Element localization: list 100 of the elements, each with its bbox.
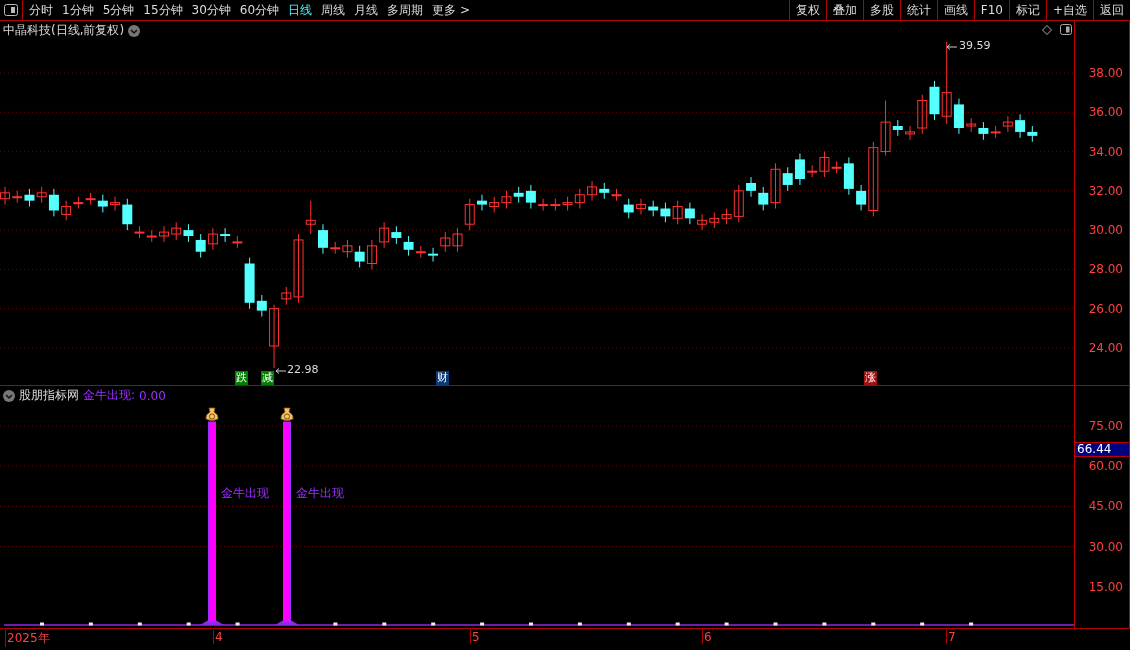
candle: [440, 231, 451, 253]
signal-label: 金牛出现: [296, 485, 344, 502]
date-axis-label: 7: [946, 630, 956, 644]
candle: [513, 186, 524, 204]
candle: [697, 213, 708, 231]
candle: [452, 227, 463, 253]
period-tab[interactable]: 60分钟: [239, 1, 280, 19]
diamond-icon[interactable]: [1042, 25, 1052, 35]
period-tab[interactable]: 日线: [288, 1, 313, 19]
candle: [525, 184, 536, 209]
period-tab[interactable]: 月线: [354, 1, 379, 19]
candle: [794, 153, 805, 186]
candle: [183, 223, 194, 243]
price-axis-label: 28.00: [1088, 262, 1123, 277]
date-axis-label: 4: [213, 630, 223, 644]
high-price-label: 39.59: [959, 39, 991, 52]
candle: [978, 121, 989, 141]
date-axis-label: 2025年: [5, 630, 50, 647]
candle: [379, 221, 390, 249]
indicator-line-label: 金牛出现:: [83, 387, 136, 404]
candle: [550, 198, 561, 211]
toolbar-button[interactable]: 多股: [862, 0, 900, 20]
candle: [574, 188, 585, 209]
candle: [905, 125, 915, 141]
toolbar-button[interactable]: 统计: [899, 0, 937, 20]
candle: [746, 176, 757, 198]
indicator-line-value: 0.00: [139, 388, 166, 403]
candle: [342, 239, 353, 259]
signal-label: 金牛出现: [221, 485, 269, 502]
candle: [966, 117, 977, 133]
candle: [85, 192, 96, 206]
chart-title: 中晶科技(日线,前复权): [3, 22, 125, 39]
panel-toggle-icon[interactable]: [1060, 24, 1072, 35]
candle: [366, 239, 377, 270]
period-tab[interactable]: 多周期: [387, 1, 424, 19]
toolbar-button[interactable]: 标记: [1008, 0, 1046, 20]
candle: [709, 211, 720, 229]
event-marker: 涨: [864, 371, 877, 385]
layout-toggle-button[interactable]: [4, 4, 18, 16]
price-axis-label: 34.00: [1088, 144, 1123, 159]
candle: [354, 245, 365, 268]
candle: [635, 198, 646, 215]
toolbar-button[interactable]: 复权: [788, 0, 826, 20]
event-marker: 财: [436, 371, 449, 385]
indicator-axis-label: 15.00: [1088, 579, 1123, 594]
period-tab[interactable]: 30分钟: [191, 1, 231, 19]
candle: [97, 194, 108, 213]
money-bag-icon: [205, 407, 219, 421]
money-bag-icon: [280, 407, 294, 421]
price-axis-label: 26.00: [1088, 301, 1123, 316]
period-tab[interactable]: 周线: [321, 1, 346, 19]
toolbar-button[interactable]: 返回: [1093, 0, 1130, 20]
candle: [159, 225, 169, 243]
toolbar-button[interactable]: F10: [973, 0, 1009, 20]
current-value-badge: 66.44: [1075, 441, 1129, 457]
candle: [330, 241, 341, 255]
candle: [501, 190, 512, 209]
candle: [232, 235, 243, 249]
candle: [146, 229, 157, 243]
indicator-name: 股朋指标网: [19, 387, 79, 404]
candle: [171, 221, 182, 241]
candle: [1002, 115, 1013, 133]
indicator-axis-label: 75.00: [1088, 419, 1123, 433]
indicator-axis-label: 30.00: [1088, 539, 1123, 554]
dropdown-icon[interactable]: [128, 24, 141, 37]
candle: [428, 247, 439, 263]
candle: [489, 196, 500, 213]
dropdown-icon[interactable]: [3, 389, 15, 402]
candle: [587, 180, 598, 202]
price-axis-label: 36.00: [1088, 105, 1123, 120]
event-marker: 跌: [235, 371, 248, 385]
toolbar-button[interactable]: 叠加: [825, 0, 863, 20]
candle: [220, 227, 231, 243]
candle: [917, 94, 928, 135]
indicator-axis-label: 60.00: [1088, 459, 1123, 474]
period-tab[interactable]: 15分钟: [143, 1, 183, 19]
period-tab[interactable]: 1分钟: [62, 1, 94, 19]
price-axis-label: 38.00: [1088, 66, 1123, 80]
date-axis-label: 5: [470, 630, 480, 644]
period-tab[interactable]: 更多 >: [432, 1, 470, 19]
candle: [660, 202, 671, 223]
candle: [562, 196, 573, 211]
candle: [12, 190, 23, 204]
candle: [207, 227, 218, 251]
candle: [648, 200, 659, 217]
candle: [599, 182, 610, 200]
toolbar-button[interactable]: +自选: [1045, 0, 1093, 20]
candle: [672, 200, 683, 225]
toolbar-button[interactable]: 画线: [936, 0, 974, 20]
candle: [684, 202, 695, 225]
candle: [538, 198, 549, 211]
candle: [195, 233, 206, 259]
price-axis-label: 30.00: [1088, 223, 1123, 238]
period-tab[interactable]: 分时: [29, 1, 53, 19]
indicator-axis-label: 45.00: [1088, 499, 1123, 514]
candle: [318, 223, 328, 255]
candle: [391, 225, 402, 245]
candle: [24, 188, 35, 208]
candle: [990, 125, 1001, 139]
period-tab[interactable]: 5分钟: [102, 1, 135, 19]
